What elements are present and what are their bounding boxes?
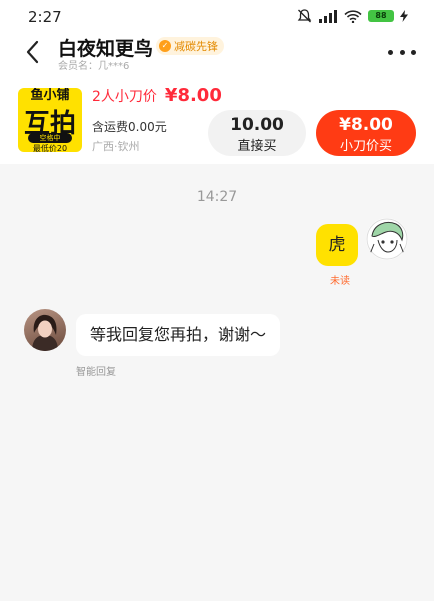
status-time: 2:27 <box>28 8 62 26</box>
thumb-text-1: 鱼小铺 <box>30 88 70 103</box>
anime-avatar-icon <box>366 218 408 260</box>
direct-label: 直接买 <box>237 139 277 154</box>
cut-label: 小刀价买 <box>339 139 392 154</box>
status-bar: 2:27 88 <box>0 0 434 30</box>
buy-cut-price-button[interactable]: ¥8.00 小刀价买 <box>316 110 416 156</box>
buy-direct-button[interactable]: 10.00 直接买 <box>208 110 306 156</box>
product-thumbnail[interactable]: 鱼小铺 互拍 空格中 最低价20 <box>18 88 82 152</box>
time-divider: 14:27 <box>196 189 238 205</box>
seller-photo-icon <box>32 314 58 351</box>
shipping-fee: 含运费0.00元 <box>92 120 167 134</box>
cut-price: ¥8.00 <box>339 115 393 135</box>
wifi-icon <box>344 9 362 23</box>
back-button[interactable] <box>20 38 46 66</box>
member-name: 会员名：几***6 <box>58 61 130 72</box>
status-icons: 88 <box>297 9 408 23</box>
deal-line: 2人小刀价 ¥8.00 <box>92 85 222 106</box>
chat-area[interactable]: 14:27 虎 未读 等我回复您再拍，谢谢～ 智能回复 <box>0 164 434 601</box>
location: 广西·钦州 <box>92 140 140 153</box>
more-button[interactable] <box>388 42 416 62</box>
mute-icon <box>297 9 312 23</box>
direct-price: 10.00 <box>230 115 284 135</box>
charging-icon <box>400 10 408 22</box>
thumb-text-4: 最低价20 <box>32 144 68 152</box>
my-avatar[interactable] <box>366 218 408 260</box>
chat-header: 白夜知更鸟 ✓ 减碳先锋 会员名：几***6 <box>0 30 434 74</box>
leaf-icon: ✓ <box>159 40 171 52</box>
seller-message-bubble[interactable]: 等我回复您再拍，谢谢～ <box>76 314 281 356</box>
thumb-text-3: 空格中 <box>28 133 72 143</box>
deal-label: 2人小刀价 <box>92 89 157 105</box>
unread-status: 未读 <box>330 276 350 287</box>
more-icon <box>388 49 393 55</box>
battery-icon: 88 <box>368 10 394 22</box>
my-message-bubble[interactable]: 虎 <box>316 224 358 266</box>
smart-reply-note: 智能回复 <box>76 367 116 378</box>
seller-avatar[interactable] <box>24 309 66 351</box>
product-card: 鱼小铺 互拍 空格中 最低价20 2人小刀价 ¥8.00 含运费0.00元 广西… <box>0 74 434 164</box>
carbon-badge[interactable]: ✓ 减碳先锋 <box>156 37 224 55</box>
back-icon <box>26 40 39 64</box>
deal-price: ¥8.00 <box>164 85 222 106</box>
badge-label: 减碳先锋 <box>174 40 218 53</box>
signal-icon <box>319 9 337 23</box>
